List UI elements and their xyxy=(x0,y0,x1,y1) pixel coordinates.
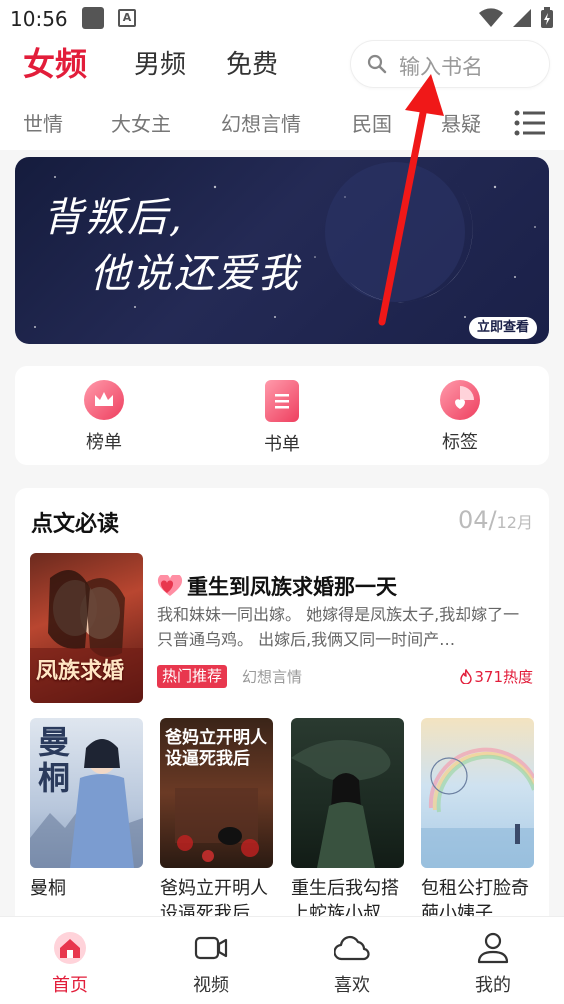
battery-icon xyxy=(541,7,553,28)
heat-count: 371热度 xyxy=(460,666,533,687)
book-cover xyxy=(421,718,534,868)
home-icon xyxy=(30,931,110,965)
booklist-entry[interactable]: 书单 xyxy=(242,380,322,456)
top-header: 女频 男频 免费 输入书名 xyxy=(0,36,564,94)
category-item[interactable]: 世情 xyxy=(23,108,63,137)
book-cover: 爸妈立开明人设逼死我后 xyxy=(160,718,273,868)
category-item[interactable]: 悬疑 xyxy=(441,108,481,137)
category-item[interactable]: 幻想言情 xyxy=(221,108,301,137)
status-icons xyxy=(478,7,554,29)
search-placeholder: 输入书名 xyxy=(399,55,483,79)
status-time: 10:56 xyxy=(10,7,68,31)
book-cover: 曼桐 xyxy=(30,718,143,868)
must-read-section: 点文必读 04/12月 凤族求婚 重生到凤族求婚那一天 我和妹妹一同出嫁。 她嫁… xyxy=(15,488,549,928)
book-cover-title: 曼桐 xyxy=(38,723,71,797)
category-row: 世情 大女主 幻想言情 民国 悬疑 xyxy=(0,94,564,150)
book-grid: 曼桐 曼桐 爸妈立开明人设逼死我后 爸妈立开明人设逼死我后… 重生后我勾搭上蛇族… xyxy=(30,718,549,928)
nav-home[interactable]: 首页 xyxy=(30,931,110,997)
featured-title-row[interactable]: 重生到凤族求婚那一天 xyxy=(157,571,397,601)
tags-label: 标签 xyxy=(442,432,478,453)
search-icon xyxy=(367,54,387,74)
date-month: 12月 xyxy=(496,513,533,532)
nav-video-label: 视频 xyxy=(193,975,229,996)
ranking-entry[interactable]: 榜单 xyxy=(64,380,144,454)
promo-banner[interactable]: 背叛后, 他说还爱我 立即查看 xyxy=(15,157,549,344)
quick-entry-panel: 榜单 书单 标签 xyxy=(15,366,549,465)
crown-icon xyxy=(84,380,124,420)
signal-icon xyxy=(513,9,531,27)
notification-icon xyxy=(82,7,104,29)
book-cover-title: 爸妈立开明人设逼死我后 xyxy=(165,728,267,769)
heart-icon xyxy=(157,575,183,596)
category-item[interactable]: 民国 xyxy=(352,108,392,137)
heat-text: 371热度 xyxy=(474,668,533,686)
cloud-icon xyxy=(312,931,392,965)
banner-view-button[interactable]: 立即查看 xyxy=(468,317,537,339)
genre-tag: 幻想言情 xyxy=(242,668,303,686)
featured-description: 我和妹妹一同出嫁。 她嫁得是凤族太子,我却嫁了一只普通乌鸡。 出嫁后,我俩又同一… xyxy=(157,605,520,649)
booklist-label: 书单 xyxy=(264,434,300,455)
tab-female[interactable]: 女频 xyxy=(23,39,87,85)
category-item[interactable]: 大女主 xyxy=(111,108,171,137)
nav-profile-label: 我的 xyxy=(475,975,511,996)
wifi-icon xyxy=(479,8,503,27)
date-day: 04 xyxy=(457,506,489,534)
menu-icon[interactable] xyxy=(514,110,546,136)
booklist-icon xyxy=(265,380,299,422)
book-card[interactable]: 爸妈立开明人设逼死我后 爸妈立开明人设逼死我后… xyxy=(160,718,273,926)
section-date: 04/12月 xyxy=(457,506,533,534)
flame-icon xyxy=(460,669,473,684)
nav-profile[interactable]: 我的 xyxy=(453,931,533,997)
video-icon xyxy=(171,931,251,965)
featured-book-cover[interactable]: 凤族求婚 xyxy=(30,553,143,703)
featured-title: 重生到凤族求婚那一天 xyxy=(187,575,397,599)
nav-home-label: 首页 xyxy=(52,975,88,996)
nav-like-label: 喜欢 xyxy=(334,975,370,996)
book-title: 曼桐 xyxy=(30,878,66,899)
banner-title-line1: 背叛后, xyxy=(43,195,184,241)
tab-male[interactable]: 男频 xyxy=(134,44,186,81)
nav-like[interactable]: 喜欢 xyxy=(312,931,392,997)
app-page: 10:56 A 女频 男频 免费 输入书名 世情 大女主 幻想言情 民国 悬疑 xyxy=(0,0,564,1004)
nav-video[interactable]: 视频 xyxy=(171,931,251,997)
book-cover xyxy=(291,718,404,868)
hot-tag: 热门推荐 xyxy=(157,665,228,688)
tag-pie-icon xyxy=(440,380,480,420)
book-card[interactable]: 重生后我勾搭上蛇族小叔… xyxy=(291,718,404,926)
profile-icon xyxy=(453,931,533,965)
section-title: 点文必读 xyxy=(31,512,120,537)
tags-entry[interactable]: 标签 xyxy=(420,380,500,454)
keyboard-icon: A xyxy=(118,9,136,27)
book-card[interactable]: 包租公打脸奇葩小姨子 xyxy=(421,718,534,926)
banner-title-line2: 他说还爱我 xyxy=(90,251,300,297)
featured-cover-title: 凤族求婚 xyxy=(36,658,125,684)
bottom-navigation: 首页 视频 喜欢 我的 xyxy=(0,916,564,1004)
tab-free[interactable]: 免费 xyxy=(226,44,278,81)
search-input[interactable]: 输入书名 xyxy=(351,41,549,87)
ranking-label: 榜单 xyxy=(86,432,122,453)
book-card[interactable]: 曼桐 曼桐 xyxy=(30,718,143,901)
status-bar: 10:56 A xyxy=(0,0,564,36)
